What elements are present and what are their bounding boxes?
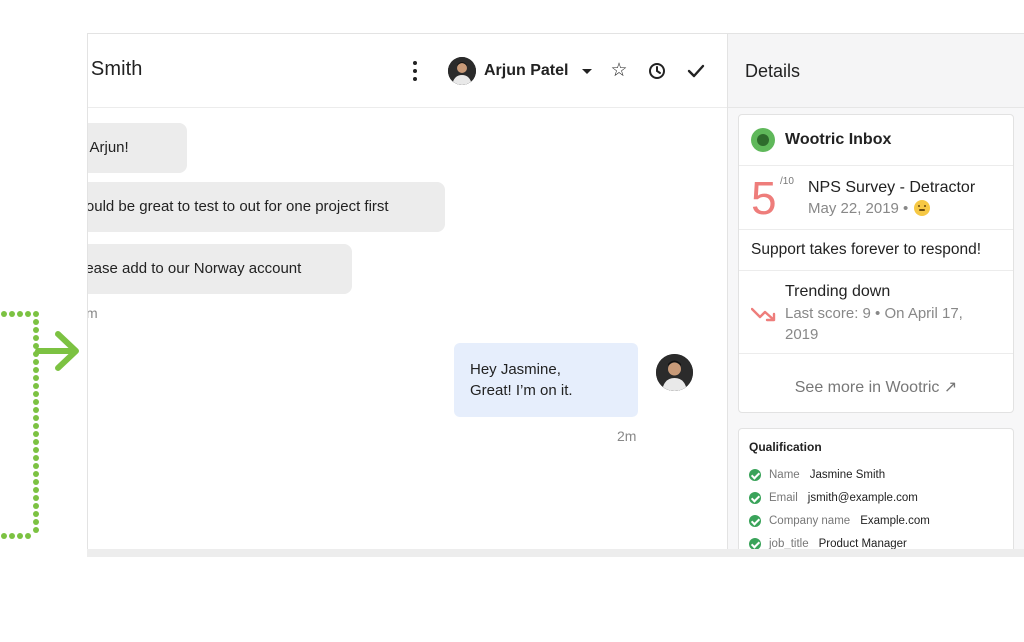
conversation-header: e Smith Arjun Patel ☆: [88, 34, 728, 108]
survey-date: May 22, 2019 •: [808, 200, 931, 217]
neutral-face-icon: [914, 200, 931, 216]
wootric-card-title: Wootric Inbox: [785, 131, 892, 148]
message-text: Hi Arjun!: [88, 139, 129, 156]
wootric-logo-icon: [751, 128, 775, 152]
field-key: Name: [769, 468, 800, 481]
check-circle-icon: [749, 514, 761, 527]
field-value: Jasmine Smith: [809, 468, 886, 481]
nps-score-max: /10: [780, 176, 794, 187]
message-text: Would be great to test to out for one pr…: [87, 198, 389, 215]
inbox-window: e Smith Arjun Patel ☆: [87, 33, 1024, 550]
dotted-connector-arrow-icon: [1, 311, 79, 539]
message-line: Great! I’m on it.: [470, 382, 573, 399]
contact-name: e Smith: [88, 58, 143, 80]
qualification-field: Company name Example.com: [749, 509, 1003, 532]
wootric-card-header: Wootric Inbox: [739, 115, 1013, 166]
trend-row: Trending down Last score: 9 • On April 1…: [739, 271, 1013, 354]
window-bottom-edge: [87, 549, 1024, 557]
more-options-icon[interactable]: [406, 59, 424, 83]
survey-comment: Support takes forever to respond!: [739, 230, 1013, 271]
wootric-card: Wootric Inbox 5 /10 NPS Survey - Detract…: [738, 114, 1014, 413]
chevron-down-icon: [582, 68, 593, 74]
check-circle-icon: [749, 491, 761, 504]
field-key: Company name: [769, 514, 851, 527]
qualification-title: Qualification: [749, 440, 822, 454]
qualification-field: job_title Product Manager: [749, 532, 1003, 550]
screenshot-stage: e Smith Arjun Patel ☆: [0, 0, 1024, 642]
outgoing-message: Hey Jasmine, Great! I’m on it.: [454, 343, 638, 417]
survey-name: NPS Survey - Detractor: [808, 179, 976, 196]
qualification-field: Email jsmith@example.com: [749, 486, 1003, 509]
check-circle-icon: [749, 537, 761, 550]
see-more-wootric-link[interactable]: See more in Wootric ↗: [739, 354, 1013, 412]
details-title: Details: [728, 34, 1024, 108]
person-icon: [656, 354, 693, 391]
message-text: Please add to our Norway account: [87, 260, 302, 277]
trend-title: Trending down: [785, 283, 891, 300]
qualification-field: Name Jasmine Smith: [749, 463, 1003, 486]
qualification-card: Qualification Name Jasmine Smith Email j…: [738, 428, 1014, 550]
check-circle-icon: [749, 468, 761, 481]
assignee-name: Arjun Patel: [484, 62, 569, 79]
nps-score-row: 5 /10 NPS Survey - Detractor May 22, 201…: [739, 166, 1013, 230]
field-value: jsmith@example.com: [807, 491, 918, 504]
trend-detail: Last score: 9 • On April 17, 2019: [785, 305, 963, 343]
incoming-message: Please add to our Norway account: [87, 244, 352, 294]
survey-date-text: May 22, 2019 •: [808, 200, 909, 217]
check-icon[interactable]: [685, 60, 707, 82]
agent-avatar: [656, 354, 693, 391]
field-key: job_title: [769, 537, 809, 550]
message-timestamp: 2m: [617, 428, 637, 444]
clock-icon[interactable]: [646, 60, 668, 82]
conversation-pane: e Smith Arjun Patel ☆: [88, 34, 728, 550]
person-icon: [448, 57, 476, 85]
message-line: Hey Jasmine,: [470, 361, 561, 378]
incoming-message: Would be great to test to out for one pr…: [87, 182, 445, 232]
field-value: Example.com: [860, 514, 930, 527]
assignee-selector[interactable]: Arjun Patel: [448, 56, 593, 86]
field-value: Product Manager: [818, 537, 907, 550]
message-timestamp: m: [87, 305, 98, 321]
trending-down-icon: [751, 307, 776, 322]
details-panel: Details Wootric Inbox 5 /10 NPS Survey -…: [727, 34, 1024, 550]
incoming-message: Hi Arjun!: [88, 123, 187, 173]
assignee-avatar: [448, 57, 476, 85]
star-icon[interactable]: ☆: [608, 60, 630, 82]
nps-score: 5: [751, 172, 777, 224]
field-key: Email: [769, 491, 798, 504]
